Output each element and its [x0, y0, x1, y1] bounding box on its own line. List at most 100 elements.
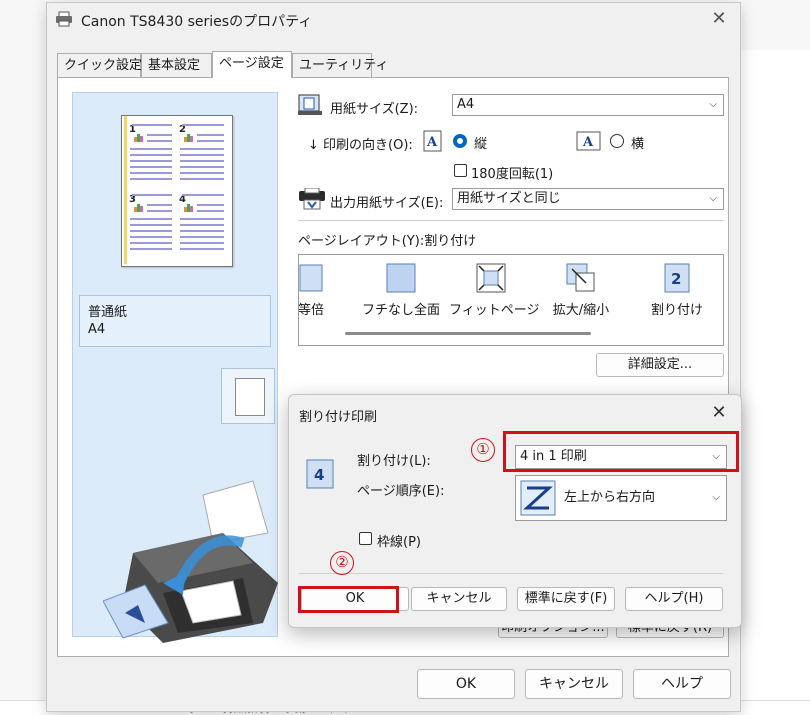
text-line: [147, 140, 172, 142]
text-line: [130, 148, 172, 150]
normal-size-icon: [299, 264, 323, 292]
paper-size-icon: [298, 94, 322, 115]
subdialog-defaults-button[interactable]: 標準に戻す(F): [517, 587, 615, 611]
mini-chart-icon: [184, 204, 193, 212]
tab-basic-settings[interactable]: 基本設定: [141, 53, 212, 77]
text-line: [130, 230, 172, 232]
media-size: A4: [88, 322, 106, 337]
layout-item-page-layout[interactable]: 2 割り付け: [635, 259, 719, 321]
highlight-pages-select: [503, 431, 739, 472]
text-line: [130, 178, 172, 180]
page-order-select[interactable]: 左上から右方向 ⌵: [515, 475, 727, 521]
portrait-radio[interactable]: [453, 134, 467, 148]
text-line: [147, 210, 172, 212]
tab-page-setup[interactable]: ページ設定: [212, 51, 292, 78]
help-button[interactable]: ヘルプ: [633, 669, 731, 699]
output-paper-icon: [299, 188, 325, 210]
layout-item-label: 等倍: [298, 303, 324, 318]
orientation-label-text: 印刷の向き(O):: [323, 138, 413, 153]
chevron-down-icon: ⌵: [709, 99, 717, 110]
page-layout-list: 等倍 フチなし全面 フィットページ 拡大/縮小 2 割り付け: [298, 254, 724, 346]
text-line: [197, 210, 224, 212]
text-line: [130, 248, 172, 250]
printer-icon: [56, 11, 72, 27]
subdialog-icon-number: 4: [314, 466, 324, 484]
text-line: [180, 154, 224, 156]
subdialog-title: 割り付け印刷: [299, 410, 378, 425]
rotate-180-label: 180度回転(1): [471, 167, 554, 182]
text-line: [130, 236, 172, 238]
detail-settings-button[interactable]: 詳細設定...: [596, 353, 724, 377]
page-border-label: 枠線(P): [377, 535, 421, 550]
text-line: [182, 194, 224, 196]
layout-item-label: フチなし全面: [361, 303, 440, 318]
borderless-icon: [386, 263, 416, 293]
close-icon[interactable]: ✕: [709, 403, 729, 423]
tab-quick-settings[interactable]: クイック設定: [57, 53, 142, 77]
text-line: [130, 224, 172, 226]
page-layout-label: ページレイアウト(Y):割り付け: [298, 234, 477, 249]
text-line: [197, 134, 224, 136]
text-line: [180, 230, 224, 232]
layout-item-label: 拡大/縮小: [552, 303, 610, 318]
divider: [299, 573, 723, 574]
mini-chart-icon: [134, 134, 143, 142]
text-line: [130, 160, 172, 162]
svg-text:A: A: [426, 135, 438, 150]
output-size-value: 用紙サイズと同じ: [457, 191, 561, 206]
chevron-down-icon: ⌵: [709, 193, 717, 204]
text-line: [132, 194, 172, 196]
landscape-radio[interactable]: [610, 134, 624, 148]
printer-illustration-icon: [103, 480, 278, 643]
text-line: [180, 166, 224, 168]
output-sheet-page: [235, 378, 265, 416]
subdialog-cancel-button[interactable]: キャンセル: [411, 587, 507, 611]
page-layout-icon: 2: [664, 263, 690, 293]
layout-icon-number: 2: [671, 270, 681, 288]
text-line: [197, 204, 224, 206]
text-line: [180, 172, 224, 174]
layout-item-normal[interactable]: 等倍: [298, 259, 353, 321]
paper-size-select[interactable]: A4 ⌵: [452, 94, 724, 116]
rotate-180-checkbox[interactable]: [454, 164, 467, 177]
chevron-down-icon: ⌵: [712, 492, 720, 503]
layout-preview-sheet: 1 2 3 4: [121, 115, 233, 267]
paper-size-value: A4: [457, 97, 475, 112]
text-line: [130, 242, 172, 244]
horizontal-scrollbar[interactable]: [345, 332, 591, 335]
text-line: [180, 236, 224, 238]
output-size-select[interactable]: 用紙サイズと同じ ⌵: [452, 188, 724, 210]
media-info-box: 普通紙 A4: [79, 295, 271, 347]
close-icon[interactable]: ✕: [709, 9, 729, 29]
text-line: [130, 166, 172, 168]
four-in-one-icon: 4: [306, 459, 334, 489]
mini-chart-icon: [184, 134, 193, 142]
layout-item-fit-page[interactable]: フィットページ: [449, 259, 540, 321]
page-border-checkbox[interactable]: [359, 532, 372, 545]
title-bar: Canon TS8430 seriesのプロパティ ✕: [47, 3, 740, 37]
layout-item-label: フィットページ: [449, 303, 540, 318]
divider: [298, 220, 724, 221]
mini-chart-icon: [134, 204, 143, 212]
text-line: [197, 140, 224, 142]
portrait-label: 縦: [474, 137, 488, 152]
portrait-icon: A: [423, 130, 442, 152]
subdialog-help-button[interactable]: ヘルプ(H): [625, 587, 723, 611]
text-line: [147, 134, 172, 136]
paper-size-label: 用紙サイズ(Z):: [330, 102, 419, 117]
fit-page-icon: [476, 263, 506, 293]
media-type: 普通紙: [88, 305, 128, 320]
step-1-marker: ①: [471, 438, 495, 462]
highlight-ok-button: [298, 586, 399, 613]
layout-item-borderless[interactable]: フチなし全面: [359, 259, 443, 321]
window-title: Canon TS8430 seriesのプロパティ: [81, 14, 313, 30]
layout-item-scaled[interactable]: 拡大/縮小: [539, 259, 623, 321]
tab-utility[interactable]: ユーティリティ: [292, 53, 388, 77]
cancel-button[interactable]: キャンセル: [525, 669, 623, 699]
layout-item-label: 割り付け: [650, 303, 703, 318]
pages-per-sheet-label: 割り付け(L):: [357, 454, 431, 469]
text-line: [182, 124, 224, 126]
page-order-value: 左上から右方向: [564, 490, 656, 505]
ok-button[interactable]: OK: [417, 669, 515, 699]
text-line: [180, 148, 224, 150]
